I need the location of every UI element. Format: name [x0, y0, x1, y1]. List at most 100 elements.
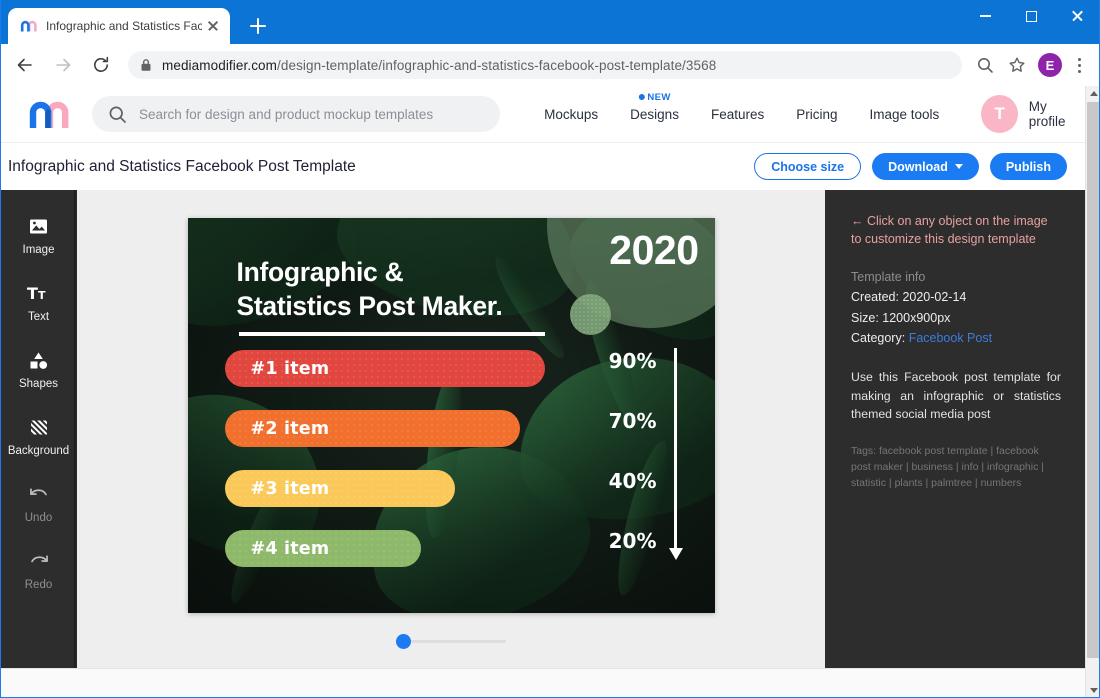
mediamodifier-logo[interactable] — [20, 97, 78, 131]
design-canvas[interactable]: 2020 Infographic & Statistics Post Maker… — [187, 218, 715, 613]
nav-item-image-tools[interactable]: Image tools — [854, 107, 956, 122]
undo-icon — [28, 484, 50, 506]
percent-value-1[interactable]: 90% — [595, 351, 657, 411]
tool-text[interactable]: TT Text — [0, 269, 77, 336]
reload-button[interactable] — [86, 50, 116, 80]
lock-icon — [140, 58, 152, 72]
tool-label: Shapes — [18, 377, 58, 390]
category-label: Category: — [851, 330, 906, 345]
down-arrow-icon — [668, 548, 683, 560]
search-icon — [108, 105, 127, 124]
nav-label: Image tools — [869, 106, 940, 122]
percent-value-3[interactable]: 40% — [595, 471, 657, 531]
document-title-bar: Infographic and Statistics Facebook Post… — [0, 143, 1085, 190]
bar-item-2[interactable]: #2 item — [224, 410, 520, 447]
site-nav: Mockups NEW Designs Features Pricing Ima… — [528, 92, 956, 122]
template-info-heading: Template info — [851, 270, 926, 285]
browser-title-bar: Infographic and Statistics Facebo — [0, 0, 1100, 44]
down-arrow-line — [673, 348, 677, 553]
browser-tab[interactable]: Infographic and Statistics Facebo — [8, 8, 230, 44]
tab-close-icon[interactable] — [204, 17, 222, 35]
bar-item-4[interactable]: #4 item — [224, 530, 421, 567]
decorative-circle-small — [569, 294, 611, 335]
browser-window: Infographic and Statistics Facebo mediam… — [0, 0, 1100, 698]
nav-item-designs[interactable]: NEW Designs — [614, 92, 695, 122]
tool-background[interactable]: Background — [0, 403, 77, 470]
minimize-button[interactable] — [962, 0, 1008, 32]
site-search-box[interactable] — [92, 96, 501, 132]
template-description: Use this Facebook post template for maki… — [851, 370, 1061, 422]
mediamodifier-m-icon — [20, 18, 37, 35]
tool-label: Image — [22, 243, 55, 256]
choose-size-label: Choose size — [771, 159, 845, 174]
zoom-slider-track[interactable] — [396, 639, 506, 643]
scroll-up-icon[interactable] — [1086, 86, 1100, 101]
tool-shapes[interactable]: Shapes — [0, 336, 77, 403]
created-label: Created: — [851, 290, 899, 305]
search-input[interactable] — [139, 106, 485, 122]
kebab-menu-icon[interactable] — [1068, 57, 1090, 73]
shapes-icon — [28, 350, 49, 372]
percent-value-2[interactable]: 70% — [595, 411, 657, 471]
page-scrollbar[interactable] — [1085, 86, 1100, 698]
tool-label: Undo — [24, 511, 53, 524]
download-button[interactable]: Download — [872, 153, 979, 180]
svg-text:T: T — [27, 284, 38, 303]
tab-title: Infographic and Statistics Facebo — [46, 19, 202, 33]
nav-label: Pricing — [796, 106, 838, 122]
svg-text:T: T — [38, 289, 46, 302]
window-controls — [962, 0, 1100, 44]
maximize-button[interactable] — [1008, 0, 1054, 32]
forward-button[interactable] — [48, 50, 78, 80]
avatar: T — [981, 95, 1018, 133]
percent-value-4[interactable]: 20% — [595, 531, 657, 591]
bar-item-1[interactable]: #1 item — [224, 350, 545, 387]
choose-size-button[interactable]: Choose size — [754, 153, 862, 180]
design-headline[interactable]: Infographic & Statistics Post Maker. — [237, 255, 503, 324]
tool-image[interactable]: Image — [0, 202, 77, 269]
page-content: Mockups NEW Designs Features Pricing Ima… — [0, 86, 1100, 698]
bar-label: #4 item — [250, 538, 330, 559]
nav-item-mockups[interactable]: Mockups — [528, 107, 614, 122]
category-link[interactable]: Facebook Post — [909, 331, 992, 345]
star-icon[interactable] — [1002, 50, 1032, 80]
customize-hint: ← Click on any object on the image to cu… — [851, 214, 1048, 247]
browser-profile-avatar[interactable]: E — [1038, 53, 1062, 77]
scroll-down-icon[interactable] — [1086, 683, 1100, 698]
address-bar[interactable]: mediamodifier.com/design-template/infogr… — [128, 51, 962, 79]
zoom-slider[interactable] — [396, 631, 506, 651]
search-icon[interactable] — [970, 50, 1000, 80]
size-value: 1200x900px — [882, 310, 951, 325]
dot-icon — [638, 94, 645, 100]
tool-label: Redo — [24, 578, 53, 591]
my-profile-button[interactable]: T My profile — [981, 95, 1085, 133]
editor: Image TT Text Shapes Background Undo Red… — [0, 190, 1085, 668]
my-profile-label: My profile — [1028, 99, 1066, 129]
new-tab-button[interactable] — [244, 12, 272, 40]
scrollbar-thumb[interactable] — [1087, 102, 1100, 658]
back-button[interactable] — [10, 50, 40, 80]
tool-undo[interactable]: Undo — [0, 470, 77, 537]
publish-label: Publish — [1005, 159, 1051, 174]
headline-line-2: Statistics Post Maker. — [236, 291, 503, 322]
url-path: /design-template/infographic-and-statist… — [277, 57, 717, 73]
template-info-panel: ← Click on any object on the image to cu… — [825, 190, 1085, 668]
bar-item-3[interactable]: #3 item — [224, 470, 455, 507]
page-viewport: Mockups NEW Designs Features Pricing Ima… — [0, 86, 1085, 698]
bar-label: #3 item — [250, 478, 330, 499]
nav-item-pricing[interactable]: Pricing — [780, 107, 853, 122]
bar-label: #2 item — [250, 418, 330, 439]
background-icon — [29, 417, 49, 439]
canvas-area: 2020 Infographic & Statistics Post Maker… — [77, 190, 825, 668]
site-header: Mockups NEW Designs Features Pricing Ima… — [0, 86, 1085, 143]
zoom-slider-thumb[interactable] — [396, 634, 411, 649]
tab-strip: Infographic and Statistics Facebo — [0, 0, 272, 44]
window-close-button[interactable] — [1054, 0, 1100, 32]
design-year[interactable]: 2020 — [609, 227, 699, 274]
publish-button[interactable]: Publish — [989, 153, 1067, 180]
nav-item-features[interactable]: Features — [695, 107, 780, 122]
redo-icon — [28, 551, 50, 573]
headline-line-1: Infographic & — [236, 257, 404, 287]
tool-redo[interactable]: Redo — [0, 537, 77, 604]
design-percentages: 90% 70% 40% 20% — [595, 351, 657, 591]
